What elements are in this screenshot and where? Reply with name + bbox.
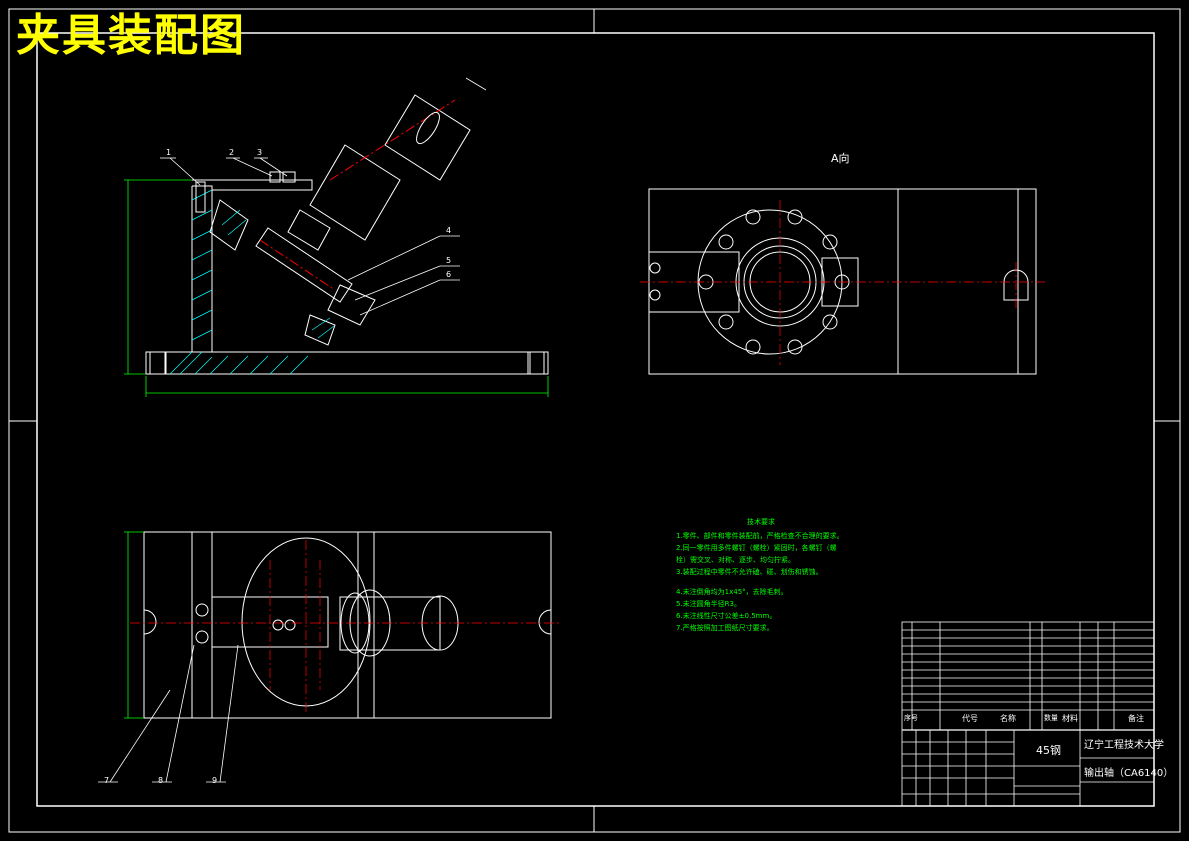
callout-4: 4 (446, 226, 452, 235)
view-a (640, 188, 1045, 375)
centering-marks (9, 9, 1180, 832)
top-view-centerlines (130, 540, 560, 712)
technical-notes-heading: 技术要求 (747, 518, 775, 526)
inner-frame (36, 32, 1155, 807)
note-line: 5.未注圆角半径R3。 (676, 600, 741, 608)
note-line: 2.同一零件用多件螺钉（螺栓）紧固时，各螺钉（螺栓）需交叉、对称、逐步、均匀拧紧… (676, 544, 837, 564)
school-name: 辽宁工程技术大学 (1084, 740, 1164, 751)
header-name: 名称 (1000, 714, 1016, 723)
leader-lines (160, 77, 487, 316)
note-line: 6.未注线性尺寸公差±0.5mm。 (676, 612, 777, 620)
dimension-lines (124, 179, 549, 397)
header-material: 材料 (1062, 714, 1078, 723)
header-code: 代号 (962, 714, 978, 723)
note-line: 3.装配过程中零件不允许磕、碰、划伤和锈蚀。 (676, 568, 823, 576)
front-view (124, 77, 549, 397)
technical-notes: 技术要求 1.零件、部件和零件装配前，严格检查不合理的要求。 2.同一零件用多件… (676, 516, 846, 634)
note-line: 4.未注倒角均为1x45°，去除毛刺。 (676, 588, 788, 596)
callout-6: 6 (446, 270, 452, 279)
note-line: 1.零件、部件和零件装配前，严格检查不合理的要求。 (676, 532, 844, 540)
callout-2: 2 (229, 148, 235, 157)
callout-7: 7 (104, 776, 110, 785)
header-qty: 数量 (1044, 714, 1058, 722)
hatch-base (169, 189, 309, 375)
top-view (98, 531, 560, 783)
header-note: 备注 (1128, 714, 1144, 723)
inclined-workpiece (255, 94, 471, 326)
view-a-label: A向 (831, 152, 850, 165)
callout-9: 9 (212, 776, 218, 785)
note-line: 7.严格按照加工图纸尺寸要求。 (676, 624, 774, 632)
material-value: 45钢 (1036, 744, 1061, 757)
header-no: 序号 (904, 714, 918, 722)
callout-1: 1 (166, 148, 172, 157)
callout-8: 8 (158, 776, 164, 785)
drawing-title: 夹具装配图 (16, 10, 246, 61)
callout-3: 3 (257, 148, 263, 157)
view-a-centerlines (640, 200, 1045, 365)
drawing-name: 输出轴（CA6140） (1084, 768, 1174, 779)
outer-frame (8, 8, 1181, 833)
callout-5: 5 (446, 256, 452, 265)
